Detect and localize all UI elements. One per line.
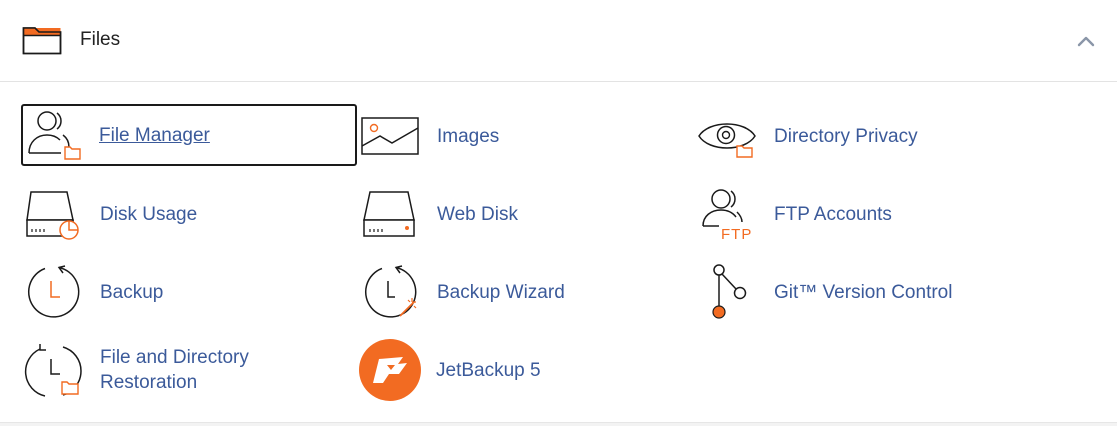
item-label: Web Disk — [437, 203, 518, 225]
item-label: Disk Usage — [100, 203, 198, 225]
item-label: Images — [437, 125, 500, 147]
item-label-line1: File and Directory — [100, 347, 249, 368]
file-manager-icon — [28, 111, 81, 160]
item-label: FTP Accounts — [774, 203, 892, 225]
web-disk-icon — [363, 191, 415, 237]
panel-title: Files — [80, 29, 121, 50]
ftp-text: FTP — [721, 226, 752, 243]
item-label: Git™ Version Control — [774, 281, 953, 303]
git-icon — [712, 264, 747, 319]
item-label: File and Directory Restoration — [100, 340, 249, 400]
item-label: Backup Wizard — [437, 281, 565, 303]
file-manager-link[interactable]: File Manager — [21, 104, 357, 166]
directory-privacy-link[interactable]: Directory Privacy — [697, 106, 997, 166]
ftp-accounts-link[interactable]: FTP FTP Accounts — [697, 184, 997, 244]
disk-usage-icon — [26, 191, 79, 240]
git-version-control-link[interactable]: Git™ Version Control — [697, 262, 997, 322]
panel-header[interactable]: Files — [0, 0, 1117, 82]
backup-link[interactable]: Backup — [23, 262, 323, 322]
files-panel: Files File Manager Images Directory Priv… — [0, 0, 1117, 423]
disk-usage-link[interactable]: Disk Usage — [23, 184, 323, 244]
item-label: JetBackup 5 — [436, 359, 541, 381]
item-label-line2: Restoration — [100, 372, 198, 393]
collapse-button[interactable] — [1068, 24, 1104, 58]
images-icon — [361, 117, 419, 155]
web-disk-link[interactable]: Web Disk — [360, 184, 660, 244]
jetbackup-logo-icon — [359, 339, 421, 401]
item-label: File Manager — [99, 124, 210, 146]
item-label: Directory Privacy — [774, 125, 918, 147]
images-link[interactable]: Images — [360, 106, 660, 166]
directory-privacy-icon — [698, 123, 756, 158]
backup-wizard-link[interactable]: Backup Wizard — [360, 262, 660, 322]
ftp-accounts-icon: FTP — [702, 189, 752, 243]
chevron-up-icon — [1077, 36, 1095, 47]
file-directory-restoration-link[interactable]: File and Directory Restoration — [23, 340, 323, 400]
jetbackup-link[interactable]: JetBackup 5 — [359, 339, 659, 401]
backup-wizard-icon — [365, 265, 417, 318]
folder-icon — [22, 27, 62, 55]
item-label: Backup — [100, 281, 164, 303]
backup-icon — [28, 265, 80, 318]
file-restoration-icon — [24, 344, 82, 397]
